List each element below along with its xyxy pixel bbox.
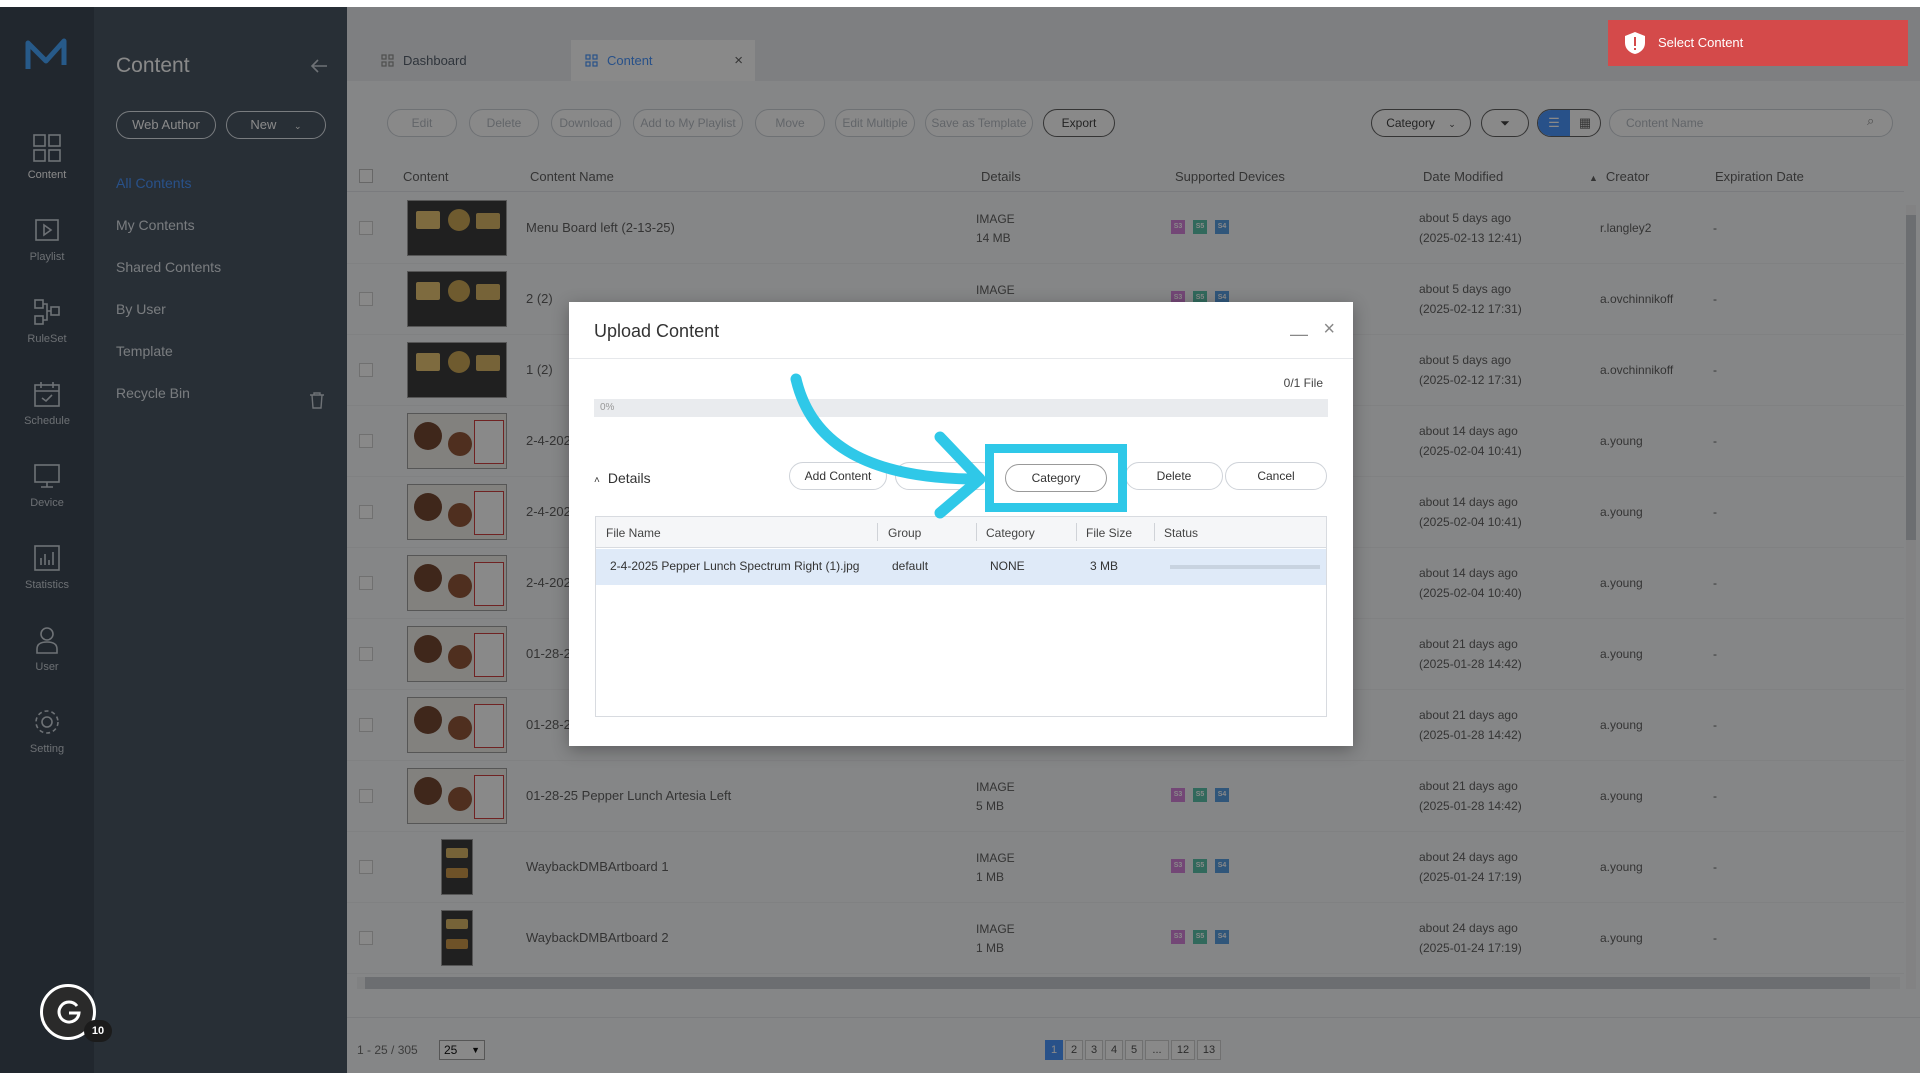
file-column-header: Status xyxy=(1164,526,1199,540)
notification-count-badge: 10 xyxy=(84,1020,112,1042)
tutorial-arrow xyxy=(790,373,986,519)
modal-title: Upload Content xyxy=(594,321,720,341)
chevron-up-icon: ˄ xyxy=(594,475,600,486)
file-row[interactable]: 2-4-2025 Pepper Lunch Spectrum Right (1)… xyxy=(596,549,1326,585)
column-divider xyxy=(1154,523,1155,541)
toast-text: Select Content xyxy=(1658,35,1744,50)
progress-text: 0% xyxy=(600,402,615,413)
file-column-header: Group xyxy=(888,526,922,540)
file-category: NONE xyxy=(990,559,1025,573)
column-divider xyxy=(976,523,977,541)
file-column-header: Category xyxy=(986,526,1035,540)
details-label: Details xyxy=(607,470,651,486)
file-column-header: File Name xyxy=(606,526,661,540)
g-logo-icon xyxy=(57,1000,81,1024)
app-frame: Content Playlist RuleSet Schedule Device… xyxy=(0,7,1920,1073)
category-button[interactable]: Category xyxy=(1005,464,1107,492)
column-divider xyxy=(1076,523,1077,541)
column-divider xyxy=(877,523,878,541)
file-status-bar xyxy=(1170,565,1320,569)
details-toggle[interactable]: ˄ Details xyxy=(594,470,651,486)
file-name: 2-4-2025 Pepper Lunch Spectrum Right (1)… xyxy=(610,559,860,573)
file-group: default xyxy=(892,559,929,573)
divider xyxy=(569,358,1353,359)
upload-file-table: File Name Group Category File Size Statu… xyxy=(595,516,1327,717)
delete-file-button[interactable]: Delete xyxy=(1125,462,1223,490)
close-icon[interactable]: × xyxy=(1323,318,1335,341)
cancel-button[interactable]: Cancel xyxy=(1225,462,1327,490)
file-size: 3 MB xyxy=(1090,559,1119,573)
file-count: 0/1 File xyxy=(1283,376,1323,390)
minimize-icon[interactable]: — xyxy=(1290,324,1308,345)
toast-notification: Select Content xyxy=(1608,20,1908,66)
file-column-header: File Size xyxy=(1086,526,1133,540)
tutorial-highlight: Category xyxy=(985,444,1127,512)
shield-alert-icon xyxy=(1625,32,1645,54)
file-table-header: File Name Group Category File Size Statu… xyxy=(596,517,1326,548)
